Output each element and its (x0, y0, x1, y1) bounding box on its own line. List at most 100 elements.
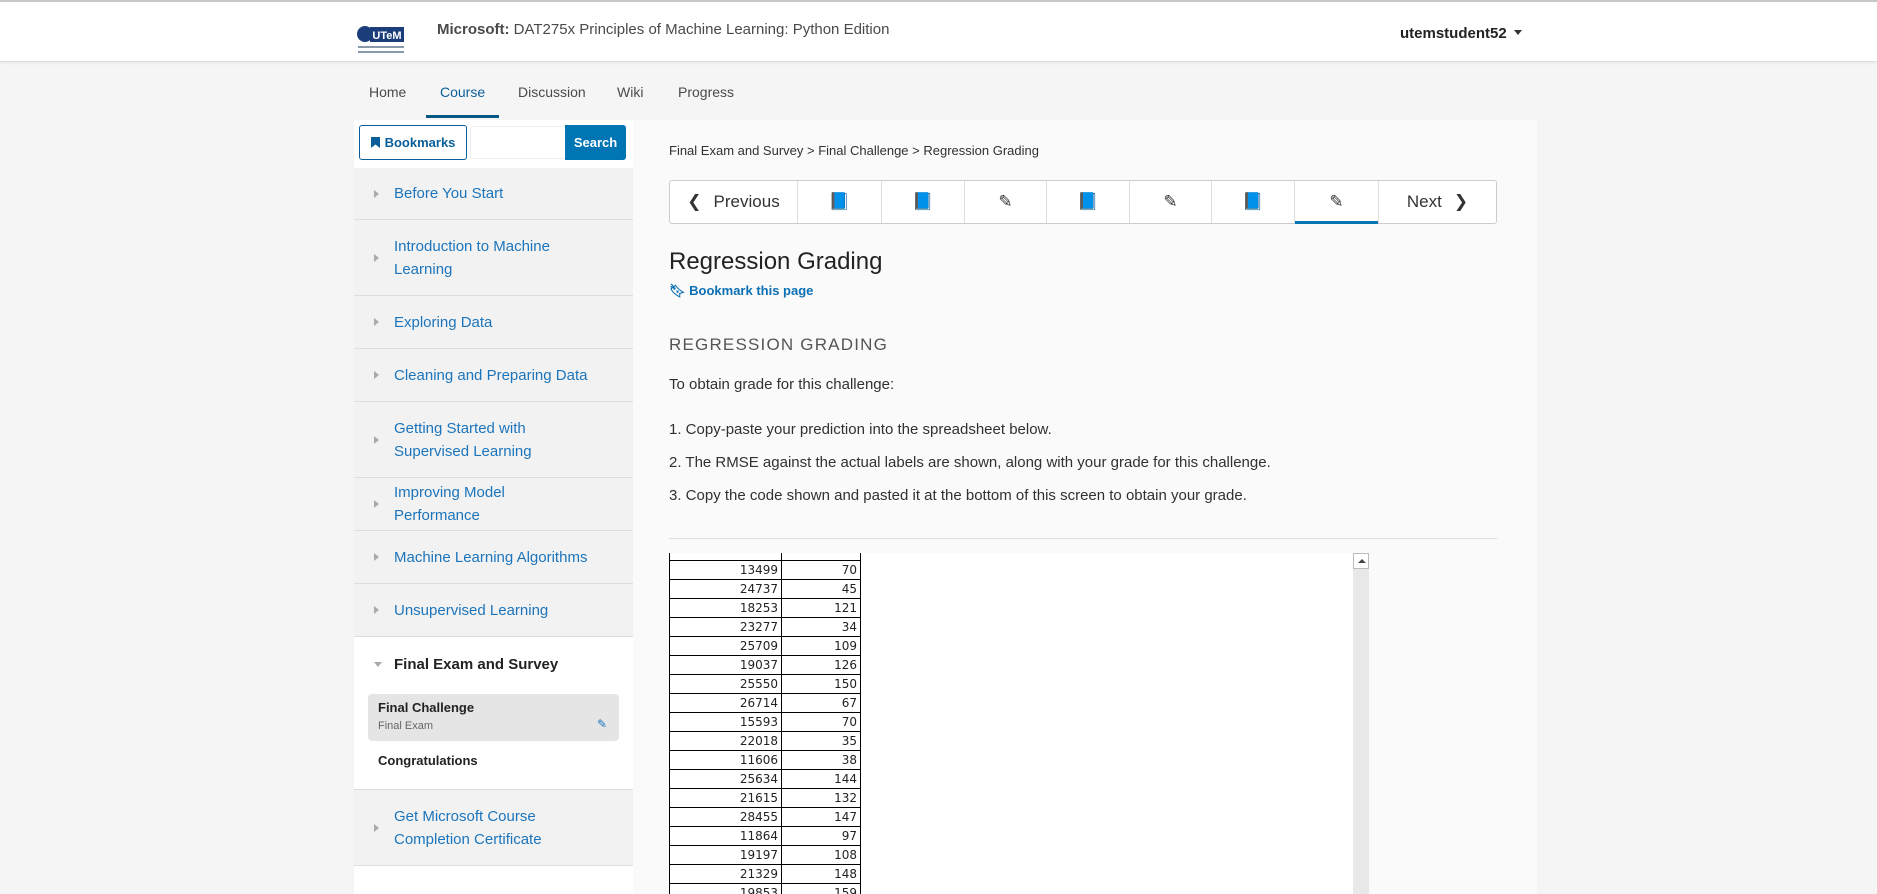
unit-problem-2[interactable]: ✎ (1130, 181, 1212, 223)
table-row (669, 553, 861, 561)
table-cell[interactable]: 34 (781, 617, 861, 637)
subsection-congratulations[interactable]: Congratulations (378, 753, 478, 768)
table-cell[interactable]: 26714 (669, 693, 782, 713)
next-button[interactable]: Next ❯ (1379, 181, 1496, 223)
previous-label: Previous (713, 192, 780, 211)
sidebar-item-cleaning-data[interactable]: Cleaning and Preparing Data (354, 349, 633, 402)
table-cell[interactable]: 67 (781, 693, 861, 713)
table-cell[interactable]: 144 (781, 769, 861, 789)
table-cell[interactable] (781, 553, 861, 561)
bookmark-page-link[interactable]: 🔖︎ Bookmark this page (669, 283, 813, 299)
section-label: Getting Started with Supervised Learning (394, 419, 532, 460)
table-row: 18253 121 (669, 598, 861, 618)
unit-book-4[interactable]: 📘 (1212, 181, 1295, 223)
search-button[interactable]: Search (565, 125, 626, 160)
table-cell[interactable]: 25550 (669, 674, 782, 694)
table-row: 22018 35 (669, 731, 861, 751)
user-dropdown-caret-icon[interactable] (1514, 30, 1522, 35)
sidebar-item-unsupervised-learning[interactable]: Unsupervised Learning (354, 584, 633, 637)
table-cell[interactable]: 148 (781, 864, 861, 884)
section-label: Get Microsoft Course Completion Certific… (394, 807, 542, 848)
tab-home[interactable]: Home (369, 82, 406, 118)
sidebar-item-exploring-data[interactable]: Exploring Data (354, 296, 633, 349)
sidebar-item-certificate[interactable]: Get Microsoft Course Completion Certific… (354, 789, 633, 866)
previous-button[interactable]: ❮ Previous (670, 181, 798, 223)
table-cell[interactable]: 45 (781, 579, 861, 599)
unit-book-3[interactable]: 📘 (1047, 181, 1130, 223)
site-header: UTeM Microsoft: DAT275x Principles of Ma… (0, 2, 1877, 62)
table-row: 21615 132 (669, 788, 861, 808)
table-cell[interactable]: 97 (781, 826, 861, 846)
table-cell[interactable]: 15593 (669, 712, 782, 732)
scrollbar[interactable] (1353, 553, 1369, 894)
table-cell[interactable]: 22018 (669, 731, 782, 751)
table-cell[interactable]: 19197 (669, 845, 782, 865)
tab-course[interactable]: Course (426, 82, 500, 118)
table-cell[interactable]: 19037 (669, 655, 782, 675)
table-cell[interactable]: 70 (781, 712, 861, 732)
caret-down-icon (374, 661, 382, 667)
breadcrumb[interactable]: Final Exam and Survey > Final Challenge … (669, 143, 1039, 158)
table-row: 25550 150 (669, 674, 861, 694)
sidebar-item-ml-algorithms[interactable]: Machine Learning Algorithms (354, 531, 633, 584)
table-cell[interactable]: 70 (781, 560, 861, 580)
subsection-title[interactable]: Final Challenge (378, 700, 474, 715)
table-cell[interactable]: 11864 (669, 826, 782, 846)
unit-problem-1[interactable]: ✎ (965, 181, 1047, 223)
step-2: 2. The RMSE against the actual labels ar… (669, 454, 1271, 471)
table-cell[interactable]: 25634 (669, 769, 782, 789)
table-row: 19853 159 (669, 883, 861, 894)
table-cell[interactable]: 28455 (669, 807, 782, 827)
search-input[interactable] (470, 126, 566, 159)
table-cell[interactable]: 21615 (669, 788, 782, 808)
table-cell[interactable]: 13499 (669, 560, 782, 580)
tab-discussion[interactable]: Discussion (518, 82, 586, 118)
table-cell[interactable]: 109 (781, 636, 861, 656)
bookmark-link-label: Bookmark this page (689, 283, 814, 298)
table-cell[interactable]: 121 (781, 598, 861, 618)
utem-logo[interactable]: UTeM (356, 24, 406, 56)
table-cell[interactable]: 11606 (669, 750, 782, 770)
sidebar-item-model-performance[interactable]: Improving Model Performance (354, 478, 633, 531)
tab-wiki[interactable]: Wiki (617, 82, 643, 118)
table-row: 11606 38 (669, 750, 861, 770)
caret-right-icon (374, 553, 379, 561)
table-cell[interactable]: 35 (781, 731, 861, 751)
table-cell[interactable]: 25709 (669, 636, 782, 656)
section-label: Final Exam and Survey (394, 655, 559, 673)
section-label: Exploring Data (394, 313, 493, 331)
table-cell[interactable]: 159 (781, 883, 861, 894)
scroll-up-arrow-icon[interactable] (1353, 553, 1369, 569)
page-title: Regression Grading (669, 248, 883, 275)
tab-progress[interactable]: Progress (678, 82, 734, 118)
table-cell[interactable]: 18253 (669, 598, 782, 618)
spreadsheet-frame[interactable]: 13499 70 24737 45 18253 121 23277 34 25709 109 190… (669, 553, 1369, 894)
spreadsheet-table[interactable]: 13499 70 24737 45 18253 121 23277 34 25709 109 190… (669, 553, 861, 894)
table-row: 15593 70 (669, 712, 861, 732)
username-menu[interactable]: utemstudent52 (1400, 25, 1507, 42)
sidebar-item-final-exam[interactable]: Final Exam and Survey (354, 637, 633, 691)
table-cell[interactable]: 19853 (669, 883, 782, 894)
table-cell[interactable]: 108 (781, 845, 861, 865)
caret-right-icon (374, 823, 379, 832)
caret-right-icon (374, 371, 379, 379)
bookmarks-button[interactable]: Bookmarks (359, 125, 467, 160)
unit-book-2[interactable]: 📘 (882, 181, 965, 223)
sidebar-item-before-you-start[interactable]: Before You Start (354, 168, 633, 220)
table-cell[interactable]: 132 (781, 788, 861, 808)
sidebar-item-supervised-learning[interactable]: Getting Started with Supervised Learning (354, 402, 633, 478)
table-cell[interactable]: 150 (781, 674, 861, 694)
table-cell[interactable] (669, 553, 782, 561)
table-cell[interactable]: 21329 (669, 864, 782, 884)
table-cell[interactable]: 24737 (669, 579, 782, 599)
table-cell[interactable]: 23277 (669, 617, 782, 637)
course-title: Microsoft: DAT275x Principles of Machine… (437, 21, 890, 38)
table-cell[interactable]: 147 (781, 807, 861, 827)
sidebar-item-intro-ml[interactable]: Introduction to Machine Learning (354, 220, 633, 296)
table-cell[interactable]: 38 (781, 750, 861, 770)
unit-problem-active[interactable]: ✎ (1295, 181, 1379, 224)
section-label: Machine Learning Algorithms (394, 548, 588, 566)
unit-book-1[interactable]: 📘 (798, 181, 882, 223)
table-cell[interactable]: 126 (781, 655, 861, 675)
edit-icon: ✎ (998, 192, 1013, 211)
